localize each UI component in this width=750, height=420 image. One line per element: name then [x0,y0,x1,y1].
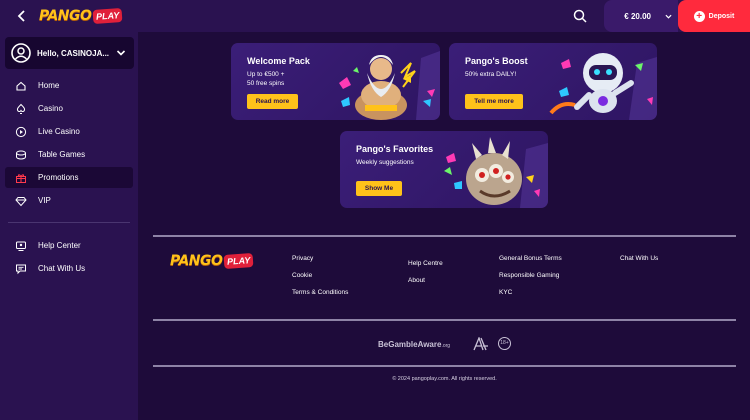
balance-amount: € 20.00 [624,11,651,21]
diamond-icon [15,196,27,206]
sidebar-item-label: Chat With Us [38,264,86,273]
footer-link-help-centre[interactable]: Help Centre [408,260,443,267]
promo-subtitle: 50% extra DAILY! [465,71,517,78]
search-icon [573,9,587,23]
promo-card-pangos-favorites[interactable]: Pango's Favorites Weekly suggestions Sho… [340,131,548,208]
sidebar-item-chat[interactable]: Chat With Us [5,258,133,279]
help-center-icon [16,241,26,251]
sidebar-item-label: VIP [38,196,51,205]
sidebar-item-label: Promotions [38,173,79,182]
home-icon [16,81,26,91]
sidebar-item-live-casino[interactable]: Live Casino [5,121,133,142]
user-greeting: Hello, CASINOJA... [37,48,110,58]
footer-link-privacy[interactable]: Privacy [292,255,313,262]
sidebar: Hello, CASINOJA... Home Casino Live Casi… [0,32,138,420]
copyright-text: © 2024 pangoplay.com. All rights reserve… [392,376,497,382]
logo-badge: PLAY [223,252,255,270]
footer-link-responsible-gaming[interactable]: Responsible Gaming [499,272,559,279]
sidebar-item-casino[interactable]: Casino [5,98,133,119]
deposit-label: Deposit [708,12,735,20]
zeus-character-illustration [339,51,440,120]
footer-logo[interactable]: PANGO PLAY [170,252,255,270]
user-avatar-icon [11,43,31,63]
logo-wordmark: PANGO [170,253,223,269]
gamcare-icon[interactable] [473,337,489,351]
footer-link-bonus-terms[interactable]: General Bonus Terms [499,255,562,262]
promo-card-welcome-pack[interactable]: Welcome Pack Up to €500 + 50 free spins … [231,43,440,120]
footer-link-kyc[interactable]: KYC [499,289,512,296]
promo-title: Pango's Boost [465,56,528,66]
sidebar-item-promotions[interactable]: Promotions [5,167,133,188]
show-me-button[interactable]: Show Me [356,181,402,196]
tell-me-more-button[interactable]: Tell me more [465,94,523,109]
sidebar-item-home[interactable]: Home [5,75,133,96]
begambleaware-suffix: .org [441,343,451,349]
brand-logo[interactable]: PANGO PLAY [39,6,124,26]
footer-divider-middle [153,319,736,321]
top-bar: PANGO PLAY € 20.00 + Deposit [0,0,750,32]
sidebar-divider [8,222,130,223]
footer-link-terms[interactable]: Terms & Conditions [292,289,348,296]
promo-card-pangos-boost[interactable]: Pango's Boost 50% extra DAILY! Tell me m… [449,43,657,120]
promo-subtitle: Weekly suggestions [356,159,414,166]
play-circle-icon [15,126,27,137]
spade-icon [16,103,26,114]
promo-title: Pango's Favorites [356,144,434,154]
footer-link-chat[interactable]: Chat With Us [620,255,658,262]
promo-subtitle: Up to €500 + 50 free spins [247,71,285,87]
promo-title: Welcome Pack [247,56,310,66]
chevron-left-icon [17,10,25,22]
sidebar-item-label: Help Center [38,241,81,250]
read-more-button[interactable]: Read more [247,94,298,109]
chat-icon [16,264,26,274]
age-restriction-badge: 18+ [498,337,511,350]
footer-link-cookie[interactable]: Cookie [292,272,312,279]
sidebar-item-label: Casino [38,104,63,113]
gift-icon [16,173,26,183]
logo-wordmark: PANGO [39,8,92,24]
balance-dropdown[interactable]: € 20.00 [604,0,678,32]
search-button[interactable] [572,8,588,24]
sidebar-item-help-center[interactable]: Help Center [5,235,133,256]
chips-icon [16,150,26,160]
chevron-down-icon [665,14,672,19]
begambleaware-logo[interactable]: BeGambleAware.org [378,340,450,349]
footer-link-about[interactable]: About [408,277,425,284]
plus-icon: + [693,10,705,22]
sidebar-item-label: Home [38,81,60,90]
back-button[interactable] [14,8,30,24]
footer-divider-top [153,235,736,237]
deposit-button[interactable]: + Deposit [678,0,750,32]
footer-divider-bottom [153,365,736,367]
sidebar-item-table-games[interactable]: Table Games [5,144,133,165]
sidebar-item-vip[interactable]: VIP [5,190,133,211]
chevron-down-icon [116,50,126,56]
logo-badge: PLAY [92,7,124,25]
user-menu[interactable]: Hello, CASINOJA... [5,37,134,69]
monster-character-illustration [444,137,548,208]
begambleaware-text: BeGambleAware [378,340,442,349]
sidebar-item-label: Table Games [38,150,86,159]
sidebar-item-label: Live Casino [38,127,80,136]
robot-character-illustration [549,53,657,120]
